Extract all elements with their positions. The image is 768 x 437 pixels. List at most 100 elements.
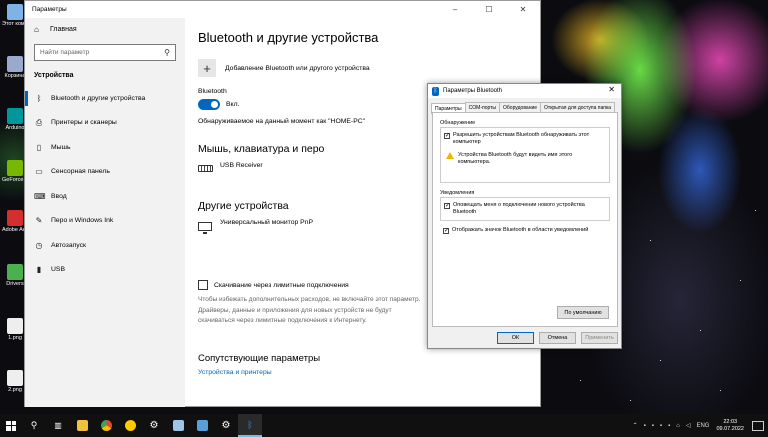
tray-app-icon[interactable]: ▪	[644, 423, 646, 429]
minimize-button[interactable]: –	[438, 1, 472, 18]
allow-discovery-label: Разрешить устройствам Bluetooth обнаружи…	[453, 132, 590, 145]
keyboard-icon: ⌨	[34, 191, 46, 201]
search-icon: ⚲	[30, 420, 38, 430]
taskbar-app-bluetooth[interactable]: ᛒ	[238, 414, 262, 437]
search-icon: ⚲	[164, 48, 170, 57]
tray-overflow-icon[interactable]: ⌃	[633, 422, 638, 429]
close-button[interactable]: ✕	[506, 1, 540, 18]
window-title: Параметры	[32, 6, 67, 13]
device-name: Универсальный монитор PnP	[220, 219, 314, 226]
keyboard-icon	[198, 165, 213, 176]
home-label: Главная	[50, 25, 77, 33]
sidebar-item-label: Ввод	[51, 192, 67, 200]
devices-printers-link[interactable]: Устройства и принтеры	[198, 369, 541, 376]
monitor-icon	[198, 222, 213, 234]
add-device-button[interactable]: + Добавление Bluetooth или другого устро…	[198, 59, 541, 77]
metered-checkbox-label: Скачивание через лимитные подключения	[214, 281, 349, 289]
toggle-state-label: Вкл.	[226, 101, 240, 108]
metered-checkbox[interactable]	[198, 280, 208, 290]
pen-icon: ✎	[35, 216, 43, 226]
maximize-button[interactable]: ☐	[472, 1, 506, 18]
sidebar-item-printers[interactable]: ⎙ Принтеры и сканеры	[25, 111, 185, 136]
taskbar-app-yandex[interactable]	[118, 414, 142, 437]
clock-date: 09.07.2022	[716, 425, 744, 432]
sidebar-item-label: Автозапуск	[51, 241, 87, 249]
task-view-button[interactable]: ▥	[46, 414, 70, 437]
tray-app-icon[interactable]: ▪	[660, 423, 662, 429]
sidebar-item-label: Перо и Windows Ink	[51, 217, 114, 225]
volume-icon[interactable]: ◁	[686, 422, 691, 429]
sidebar-item-label: USB	[51, 266, 65, 274]
usb-icon: ▮	[36, 265, 42, 275]
show-icon-checkbox[interactable]	[443, 227, 449, 235]
sidebar-item-label: Мышь	[51, 143, 71, 151]
sidebar-item-label: Принтеры и сканеры	[51, 119, 117, 127]
taskbar-app-chrome[interactable]	[94, 414, 118, 437]
notifications-group-title: Уведомления	[440, 190, 475, 196]
notify-new-checkbox[interactable]	[444, 202, 450, 210]
allow-discovery-checkbox[interactable]	[444, 132, 450, 140]
tab-panel-options: Обнаружение Разрешить устройствам Blueto…	[432, 112, 618, 327]
start-button[interactable]	[0, 414, 22, 437]
taskbar-app-explorer[interactable]	[70, 414, 94, 437]
star	[630, 400, 631, 401]
taskbar-app-gear[interactable]: ⚙	[214, 414, 238, 437]
apply-button[interactable]: Применить	[581, 332, 618, 344]
notify-new-label: Оповещать меня о подключении нового устр…	[453, 202, 585, 215]
settings-search-input[interactable]: Найти параметр ⚲	[34, 44, 176, 61]
device-manager-icon	[172, 420, 184, 431]
sidebar-item-pen[interactable]: ✎ Перо и Windows Ink	[25, 209, 185, 234]
discovery-group-title: Обнаружение	[440, 120, 476, 126]
network-icon[interactable]: ⌂	[676, 423, 680, 429]
control-panel-icon	[196, 420, 208, 431]
metered-description: Чтобы избежать дополнительных расходов, …	[198, 296, 421, 324]
image-file-icon	[7, 318, 23, 334]
autoplay-icon: ◷	[35, 240, 43, 250]
gear-app-icon: ⚙	[221, 420, 231, 431]
dialog-titlebar[interactable]: ᛒ Параметры Bluetooth ✕	[428, 84, 621, 98]
language-indicator[interactable]: ENG	[696, 423, 709, 429]
star	[650, 240, 651, 241]
section-title: Устройства	[34, 72, 74, 79]
sidebar-item-usb[interactable]: ▮ USB	[25, 258, 185, 283]
recycle-bin-icon	[7, 56, 23, 72]
bluetooth-settings-dialog: ᛒ Параметры Bluetooth ✕ Параметры COM-по…	[427, 83, 622, 349]
bluetooth-icon: ᛒ	[432, 86, 439, 96]
notification-center-icon[interactable]	[752, 420, 764, 431]
warning-text: Устройства Bluetooth будут видеть имя эт…	[458, 152, 573, 165]
computer-icon	[7, 4, 23, 20]
restore-defaults-button[interactable]: По умолчанию	[557, 306, 609, 319]
tray-app-icon[interactable]: ▪	[652, 423, 654, 429]
dialog-tabs: Параметры COM-порты Оборудование Открыта…	[428, 98, 621, 114]
sidebar-item-mouse[interactable]: ▯ Мышь	[25, 135, 185, 160]
taskbar-search-button[interactable]: ⚲	[22, 414, 46, 437]
page-title: Bluetooth и другие устройства	[198, 30, 379, 45]
dialog-title: Параметры Bluetooth	[443, 88, 503, 94]
taskbar-app-control-panel[interactable]	[190, 414, 214, 437]
sidebar-item-label: Сенсорная панель	[51, 168, 110, 176]
home-icon: ⌂	[34, 24, 39, 34]
sidebar-item-autoplay[interactable]: ◷ Автозапуск	[25, 233, 185, 258]
bluetooth-toggle[interactable]	[198, 99, 220, 110]
close-icon[interactable]: ✕	[608, 85, 615, 94]
image-file-icon	[7, 370, 23, 386]
taskbar-app-device-manager[interactable]	[166, 414, 190, 437]
acrobat-icon	[7, 210, 23, 226]
dialog-buttons: ОК Отмена Применить	[497, 332, 618, 344]
home-nav-item[interactable]: ⌂ Главная	[25, 18, 185, 40]
taskbar: ⚲ ▥ ⚙ ⚙ ᛒ ⌃ ▪ ▪ ▪ ▪ ⌂ ◁ ENG 22:03 09.07.…	[0, 414, 768, 437]
sidebar-item-bluetooth[interactable]: ᛒ Bluetooth и другие устройства	[25, 86, 185, 111]
clock[interactable]: 22:03 09.07.2022	[716, 419, 744, 433]
taskbar-app-settings[interactable]: ⚙	[142, 414, 166, 437]
settings-gear-icon: ⚙	[149, 420, 159, 431]
sidebar-item-touchpad[interactable]: ▭ Сенсорная панель	[25, 160, 185, 185]
chrome-icon	[100, 420, 112, 431]
tray-app-icon[interactable]: ▪	[668, 423, 670, 429]
geforce-icon	[7, 160, 23, 176]
ok-button[interactable]: ОК	[497, 332, 534, 344]
sidebar-item-typing[interactable]: ⌨ Ввод	[25, 184, 185, 209]
arduino-icon	[7, 108, 23, 124]
cancel-button[interactable]: Отмена	[539, 332, 576, 344]
plus-icon: +	[198, 59, 216, 77]
settings-sidebar: ⌂ Главная Найти параметр ⚲ Устройства ᛒ …	[25, 18, 185, 407]
